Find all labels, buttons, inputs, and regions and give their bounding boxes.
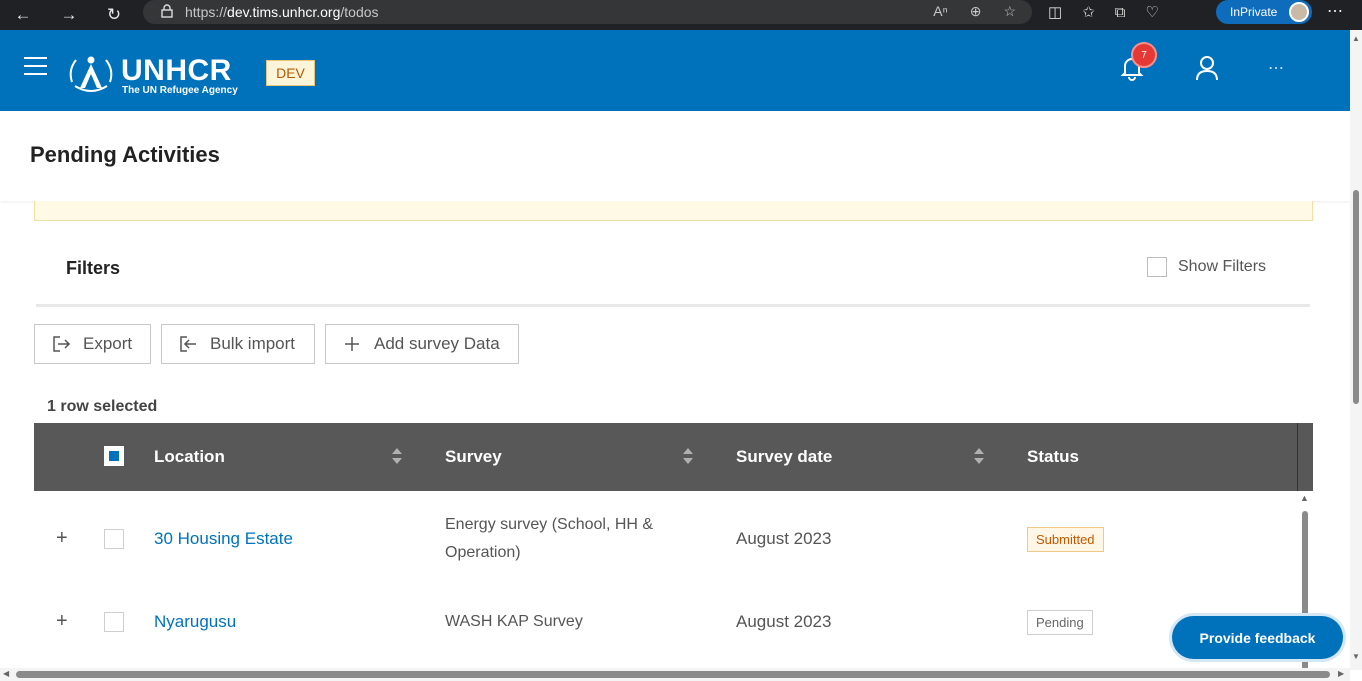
page-title: Pending Activities	[30, 142, 220, 167]
row-checkbox[interactable]	[104, 612, 124, 632]
menu-icon[interactable]	[24, 57, 47, 75]
brand-tagline: The UN Refugee Agency	[122, 85, 238, 96]
profile-avatar	[1289, 2, 1309, 22]
split-screen-icon[interactable]: ◫	[1048, 3, 1062, 21]
sort-icon[interactable]	[682, 447, 694, 465]
browser-menu-icon[interactable]: ⋯	[1327, 1, 1343, 21]
address-bar[interactable]: https://dev.tims.unhcr.org/todos Aⁿ ⊕ ☆	[143, 0, 1032, 24]
survey-name: WASH KAP Survey	[445, 613, 583, 630]
survey-date: August 2023	[736, 612, 832, 631]
refresh-icon[interactable]: ↻	[97, 0, 131, 30]
status-badge: Pending	[1027, 610, 1093, 635]
column-header-survey[interactable]: Survey	[445, 447, 502, 467]
column-header-location[interactable]: Location	[154, 447, 225, 467]
back-icon[interactable]: ←	[6, 0, 40, 30]
survey-name: Energy survey (School, HH & Operation)	[445, 516, 654, 561]
browser-essentials-icon[interactable]: ♡	[1145, 3, 1158, 21]
table-row[interactable]: + 30 Housing Estate Energy survey (Schoo…	[34, 491, 1299, 587]
expand-row-icon[interactable]: +	[56, 527, 68, 550]
collections-icon[interactable]: ⧉	[1115, 4, 1126, 21]
brand-name: UNHCR	[121, 54, 232, 87]
app-more-icon[interactable]: ⋯	[1268, 58, 1285, 78]
filters-title: Filters	[66, 258, 121, 278]
import-icon	[180, 336, 200, 352]
table-header: Location Survey Survey date Status	[34, 423, 1313, 491]
plus-icon	[344, 336, 364, 352]
column-header-survey-date[interactable]: Survey date	[736, 447, 832, 467]
scroll-up-arrow-icon[interactable]: ▲	[1352, 34, 1360, 43]
show-filters-label: Show Filters	[1178, 258, 1267, 275]
scroll-up-arrow-icon[interactable]: ▲	[1300, 493, 1309, 503]
unhcr-emblem-icon	[69, 56, 113, 92]
browser-toolbar: ← → ↻ https://dev.tims.unhcr.org/todos A…	[0, 0, 1362, 30]
scrollbar-thumb[interactable]	[1353, 190, 1359, 404]
survey-date: August 2023	[736, 529, 832, 548]
show-filters-toggle[interactable]: Show Filters	[1147, 257, 1266, 277]
row-checkbox[interactable]	[104, 529, 124, 549]
scroll-left-arrow-icon[interactable]: ◀	[3, 669, 9, 678]
user-profile-icon[interactable]	[1194, 54, 1220, 82]
selection-summary: 1 row selected	[47, 398, 158, 415]
export-button[interactable]: Export	[34, 324, 151, 364]
favorite-star-icon[interactable]: ☆	[1003, 3, 1016, 20]
inprivate-badge[interactable]: InPrivate	[1216, 0, 1312, 24]
sort-icon[interactable]	[391, 447, 403, 465]
status-badge: Submitted	[1027, 527, 1104, 552]
column-divider	[1297, 423, 1298, 491]
column-header-status[interactable]: Status	[1027, 447, 1079, 467]
expand-row-icon[interactable]: +	[56, 610, 68, 633]
url-text: https://dev.tims.unhcr.org/todos	[185, 4, 379, 20]
lock-icon	[161, 3, 173, 21]
location-link[interactable]: Nyarugusu	[154, 612, 236, 632]
favorites-icon[interactable]: ✩	[1082, 3, 1095, 21]
location-link[interactable]: 30 Housing Estate	[154, 529, 293, 549]
scroll-right-arrow-icon[interactable]: ▶	[1338, 669, 1344, 678]
select-all-checkbox[interactable]	[104, 446, 124, 466]
notice-banner	[34, 201, 1313, 221]
export-icon	[53, 336, 73, 352]
app-header: UNHCR The UN Refugee Agency DEV 7 ⋯	[0, 30, 1350, 111]
horizontal-scrollbar[interactable]: ◀ ▶	[0, 668, 1350, 681]
scroll-down-arrow-icon[interactable]: ▼	[1352, 652, 1360, 661]
zoom-icon[interactable]: ⊕	[970, 3, 982, 20]
environment-badge: DEV	[266, 60, 315, 86]
sort-icon[interactable]	[973, 447, 985, 465]
show-filters-checkbox[interactable]	[1147, 257, 1167, 277]
scrollbar-thumb[interactable]	[16, 671, 1330, 678]
notification-count-badge[interactable]: 7	[1131, 42, 1157, 68]
table-row[interactable]: + Nyarugusu WASH KAP Survey August 2023 …	[34, 587, 1299, 657]
provide-feedback-button[interactable]: Provide feedback	[1172, 616, 1343, 659]
page-header: Pending Activities	[0, 111, 1350, 201]
read-aloud-icon[interactable]: Aⁿ	[933, 3, 947, 20]
filters-panel: Filters Show Filters	[36, 231, 1310, 307]
add-survey-data-button[interactable]: Add survey Data	[325, 324, 519, 364]
page-vertical-scrollbar[interactable]: ▲ ▼	[1350, 30, 1362, 670]
unhcr-logo[interactable]: UNHCR The UN Refugee Agency	[66, 52, 246, 96]
bulk-import-button[interactable]: Bulk import	[161, 324, 315, 364]
forward-icon[interactable]: →	[52, 0, 86, 30]
